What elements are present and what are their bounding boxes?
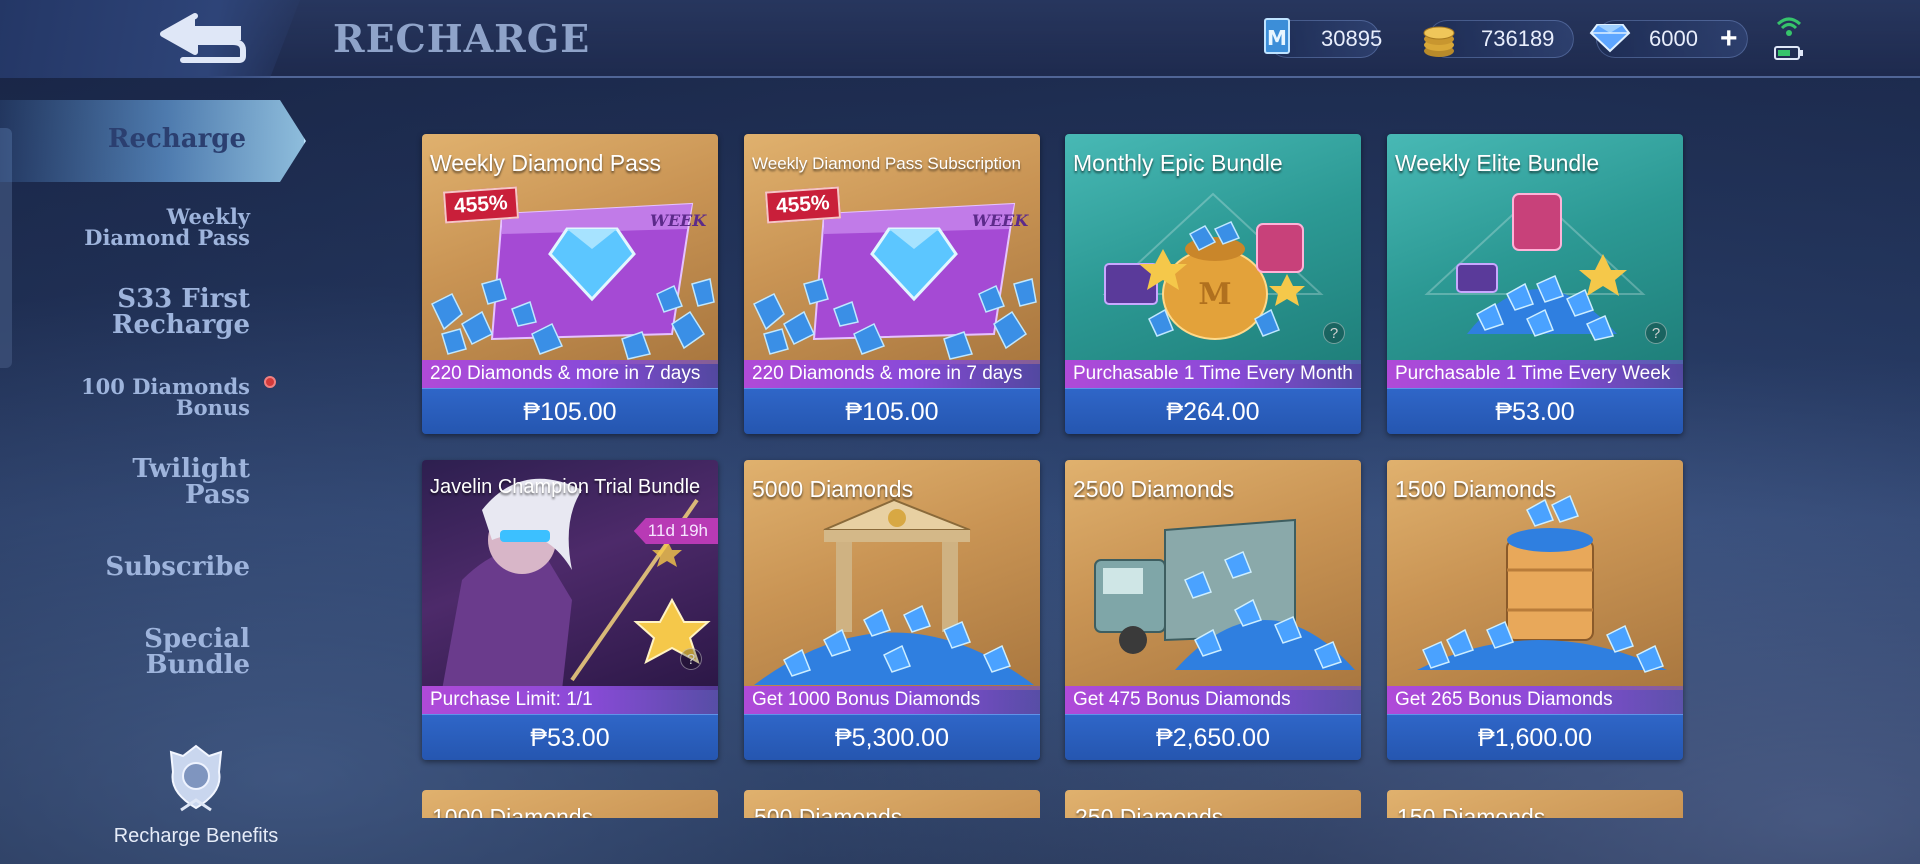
price-button[interactable]: ₱1,600.00	[1387, 714, 1683, 760]
wifi-icon	[1776, 17, 1802, 36]
card-subtitle: Purchase Limit: 1/1	[422, 686, 718, 714]
sidebar-item-label: 100 Diamonds	[81, 374, 250, 399]
price-button[interactable]: ₱53.00	[422, 714, 718, 760]
card-art: Weekly Elite Bundle ?	[1387, 134, 1683, 364]
card-subtitle: Purchasable 1 Time Every Month	[1065, 360, 1361, 388]
status-icons	[1774, 14, 1804, 61]
sidebar-item-recharge[interactable]: Recharge	[0, 100, 306, 182]
javelin-champion-trial-bundle-card[interactable]: Javelin Champion Trial Bundle 11d 19h ? …	[422, 460, 718, 760]
card-title: Javelin Champion Trial Bundle	[430, 476, 701, 498]
battle-points-display: M 30895	[1264, 18, 1383, 58]
sidebar-item-label: Subscribe	[105, 552, 250, 582]
weekly-diamond-pass-subscription-card[interactable]: WEEK Weekly Diamond Pass Subscription 45…	[744, 134, 1040, 434]
battery-icon	[1774, 46, 1803, 60]
diamond-display: 6000 +	[1589, 20, 1748, 58]
bonus-badge: 455%	[764, 186, 841, 224]
card-art: M Monthly Epic Bundle ?	[1065, 134, 1361, 364]
notification-dot	[264, 376, 276, 388]
sidebar-item-special-bundle[interactable]: Special Bundle	[144, 626, 250, 678]
sidebar-item-twilight-pass[interactable]: Twilight Pass	[132, 456, 250, 508]
card-title: Weekly Elite Bundle	[1395, 150, 1600, 176]
1000-diamonds-card[interactable]: 1000 Diamonds	[422, 790, 718, 818]
1500-diamonds-card[interactable]: 1500 Diamonds Get 265 Bonus Diamonds ₱1,…	[1387, 460, 1683, 760]
help-icon[interactable]: ?	[1645, 322, 1667, 344]
sidebar: Recharge Weekly Diamond Pass S33 First R…	[0, 90, 310, 864]
card-subtitle: Get 1000 Bonus Diamonds	[744, 686, 1040, 714]
card-title: 2500 Diamonds	[1073, 476, 1235, 502]
150-diamonds-card[interactable]: 150 Diamonds	[1387, 790, 1683, 818]
sidebar-item-subscribe[interactable]: Subscribe	[105, 554, 250, 580]
back-button[interactable]	[0, 0, 300, 78]
card-title: 250 Diamonds	[1075, 804, 1224, 818]
card-title: 1500 Diamonds	[1395, 476, 1557, 502]
bonus-badge: 455%	[442, 186, 519, 224]
help-icon[interactable]: ?	[1323, 322, 1345, 344]
card-art: 2500 Diamonds	[1065, 460, 1361, 690]
card-title: Monthly Epic Bundle	[1073, 150, 1283, 176]
sidebar-item-100-diamonds-bonus[interactable]: 100 Diamonds Bonus	[81, 376, 250, 418]
svg-text:M: M	[1267, 26, 1287, 50]
recharge-benefits-label: Recharge Benefits	[113, 825, 279, 847]
svg-text:WEEK: WEEK	[650, 211, 707, 230]
recharge-benefits-button[interactable]: Recharge Benefits	[96, 742, 296, 848]
top-bar: RECHARGE M 30895 736189 6000 +	[0, 0, 1920, 78]
weekly-elite-bundle-card[interactable]: Weekly Elite Bundle ? Purchasable 1 Time…	[1387, 134, 1683, 434]
help-icon[interactable]: ?	[680, 648, 702, 670]
weekly-diamond-pass-card[interactable]: WEEK Weekly Diamond Pass 455% 220 Diamon…	[422, 134, 718, 434]
card-title: Weekly Diamond Pass	[430, 150, 661, 176]
gold-value: 736189	[1481, 26, 1555, 51]
card-subtitle: 220 Diamonds & more in 7 days	[422, 360, 718, 388]
card-title: 150 Diamonds	[1397, 804, 1546, 818]
sidebar-item-label: Special	[144, 624, 250, 654]
benefits-emblem-icon	[169, 744, 223, 812]
card-title: Weekly Diamond Pass Subscription	[752, 154, 1021, 173]
card-subtitle: Get 265 Bonus Diamonds	[1387, 686, 1683, 714]
svg-text:M: M	[1198, 277, 1231, 312]
sidebar-item-label: Twilight	[132, 454, 250, 484]
card-subtitle: 220 Diamonds & more in 7 days	[744, 360, 1040, 388]
2500-diamonds-card[interactable]: 2500 Diamonds Get 475 Bonus Diamonds ₱2,…	[1065, 460, 1361, 760]
card-subtitle: Purchasable 1 Time Every Week	[1387, 360, 1683, 388]
page-title: RECHARGE	[333, 16, 591, 61]
price-button[interactable]: ₱105.00	[744, 388, 1040, 434]
diamond-value: 6000	[1649, 26, 1698, 51]
250-diamonds-card[interactable]: 250 Diamonds	[1065, 790, 1361, 818]
gold-coin-icon	[1423, 26, 1455, 57]
diamond-icon	[1589, 24, 1631, 53]
card-title: 1000 Diamonds	[432, 804, 594, 818]
battle-points-icon: M	[1264, 18, 1290, 54]
sidebar-item-label: Recharge	[111, 310, 250, 340]
card-title: 500 Diamonds	[754, 804, 903, 818]
price-button[interactable]: ₱264.00	[1065, 388, 1361, 434]
price-button[interactable]: ₱105.00	[422, 388, 718, 434]
price-button[interactable]: ₱53.00	[1387, 388, 1683, 434]
sidebar-item-label: Bundle	[145, 650, 250, 680]
sidebar-item-label: Recharge	[107, 124, 246, 154]
svg-text:WEEK: WEEK	[972, 211, 1029, 230]
timer-badge: 11d 19h	[633, 518, 718, 544]
gold-display: 736189	[1423, 20, 1574, 58]
sidebar-item-label: Pass	[185, 480, 250, 510]
500-diamonds-card[interactable]: 500 Diamonds	[744, 790, 1040, 818]
add-diamonds-button[interactable]: +	[1720, 24, 1738, 54]
price-button[interactable]: ₱5,300.00	[744, 714, 1040, 760]
card-art: 5000 Diamonds	[744, 460, 1040, 690]
sidebar-item-weekly-diamond-pass[interactable]: Weekly Diamond Pass	[84, 206, 250, 248]
card-art: WEEK Weekly Diamond Pass 455%	[422, 134, 718, 364]
sidebar-item-s33-first-recharge[interactable]: S33 First Recharge	[112, 286, 250, 338]
card-subtitle: Get 475 Bonus Diamonds	[1065, 686, 1361, 714]
sidebar-item-label: S33 First	[117, 284, 250, 314]
price-button[interactable]: ₱2,650.00	[1065, 714, 1361, 760]
card-art: 1500 Diamonds	[1387, 460, 1683, 690]
5000-diamonds-card[interactable]: 5000 Diamonds Get 1000 Bonus Diamonds ₱5…	[744, 460, 1040, 760]
back-arrow-icon	[160, 13, 246, 63]
sidebar-item-label: Weekly	[166, 204, 250, 229]
battle-points-value: 30895	[1321, 26, 1383, 51]
sidebar-item-label: Bonus	[175, 395, 250, 420]
sidebar-item-label: Diamond Pass	[84, 225, 250, 250]
card-title: 5000 Diamonds	[752, 476, 914, 502]
card-art: Javelin Champion Trial Bundle 11d 19h ?	[422, 460, 718, 690]
monthly-epic-bundle-card[interactable]: M Monthly Epic Bundle ? Purchasable 1 Ti…	[1065, 134, 1361, 434]
card-art: WEEK Weekly Diamond Pass Subscription 45…	[744, 134, 1040, 364]
